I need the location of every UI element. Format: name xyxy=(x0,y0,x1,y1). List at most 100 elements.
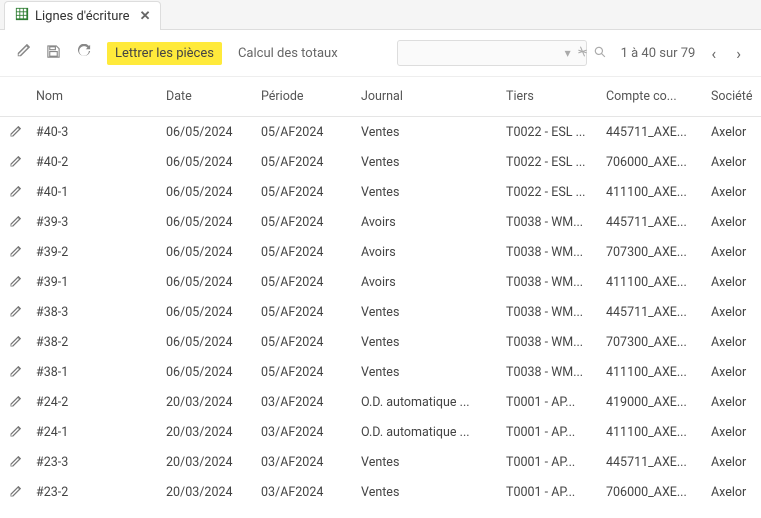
cell-societe: Axelor xyxy=(705,363,760,382)
table-row[interactable]: #39-206/05/202405/AF2024AvoirsT0038 - WM… xyxy=(0,237,761,267)
grid-icon xyxy=(15,7,29,25)
row-edit-icon[interactable] xyxy=(0,184,30,200)
cell-societe: Axelor xyxy=(705,153,760,172)
table-row[interactable]: #38-206/05/202405/AF2024VentesT0038 - WM… xyxy=(0,327,761,357)
cell-compte: 445711_AXE... xyxy=(600,453,705,472)
row-edit-icon[interactable] xyxy=(0,214,30,230)
refresh-button[interactable] xyxy=(77,44,91,62)
col-nom[interactable]: Nom xyxy=(30,85,160,108)
col-societe[interactable]: Société xyxy=(705,85,760,108)
cell-periode: 05/AF2024 xyxy=(255,213,355,232)
cell-compte: 445711_AXE... xyxy=(600,123,705,142)
row-edit-icon[interactable] xyxy=(0,154,30,170)
calcul-totaux-button[interactable]: Calcul des totaux xyxy=(238,46,338,61)
cell-compte: 419000_AXE... xyxy=(600,393,705,412)
cell-date: 06/05/2024 xyxy=(160,153,255,172)
cell-date: 06/05/2024 xyxy=(160,273,255,292)
cell-tiers: T0038 - WM... xyxy=(500,273,600,292)
row-edit-icon[interactable] xyxy=(0,304,30,320)
cell-periode: 05/AF2024 xyxy=(255,153,355,172)
cell-compte: 445711_AXE... xyxy=(600,303,705,322)
row-edit-icon[interactable] xyxy=(0,364,30,380)
cell-societe: Axelor xyxy=(705,423,760,442)
cell-tiers: T0022 - ESL ... xyxy=(500,153,600,172)
pager-prev[interactable]: ‹ xyxy=(707,44,720,63)
table-row[interactable]: #23-220/03/202403/AF2024VentesT0001 - AP… xyxy=(0,477,761,507)
dropdown-icon[interactable]: ▾ xyxy=(565,46,571,60)
cell-periode: 03/AF2024 xyxy=(255,483,355,502)
cell-nom: #23-3 xyxy=(30,453,160,472)
search-input[interactable] xyxy=(404,46,559,60)
cell-date: 20/03/2024 xyxy=(160,423,255,442)
col-periode[interactable]: Période xyxy=(255,85,355,108)
edit-button[interactable] xyxy=(16,44,30,62)
cell-periode: 05/AF2024 xyxy=(255,123,355,142)
cell-journal: Ventes xyxy=(355,333,500,352)
cell-date: 20/03/2024 xyxy=(160,393,255,412)
cell-nom: #40-2 xyxy=(30,153,160,172)
cell-periode: 05/AF2024 xyxy=(255,333,355,352)
cell-tiers: T0038 - WM... xyxy=(500,243,600,262)
cell-societe: Axelor xyxy=(705,303,760,322)
cell-journal: Ventes xyxy=(355,483,500,502)
search-icon[interactable] xyxy=(594,46,606,61)
table-row[interactable]: #40-106/05/202405/AF2024VentesT0022 - ES… xyxy=(0,177,761,207)
lettrer-pieces-button[interactable]: Lettrer les pièces xyxy=(107,42,222,65)
cell-journal: Ventes xyxy=(355,303,500,322)
cell-periode: 05/AF2024 xyxy=(255,183,355,202)
cell-compte: 707300_AXE... xyxy=(600,333,705,352)
cell-tiers: T0038 - WM... xyxy=(500,303,600,322)
cell-societe: Axelor xyxy=(705,243,760,262)
table-row[interactable]: #24-220/03/202403/AF2024O.D. automatique… xyxy=(0,387,761,417)
save-button[interactable] xyxy=(46,44,61,63)
cell-societe: Axelor xyxy=(705,123,760,142)
search-box[interactable]: ▾ xyxy=(397,40,587,66)
cell-journal: O.D. automatique ... xyxy=(355,423,500,442)
row-edit-icon[interactable] xyxy=(0,334,30,350)
cell-tiers: T0022 - ESL ... xyxy=(500,183,600,202)
row-edit-icon[interactable] xyxy=(0,244,30,260)
cell-societe: Axelor xyxy=(705,183,760,202)
cell-compte: 707300_AXE... xyxy=(600,243,705,262)
col-compte[interactable]: Compte co... xyxy=(600,85,705,108)
cell-tiers: T0001 - AP... xyxy=(500,483,600,502)
cell-journal: Avoirs xyxy=(355,273,500,292)
table-row[interactable]: #24-120/03/202403/AF2024O.D. automatique… xyxy=(0,417,761,447)
row-edit-icon[interactable] xyxy=(0,274,30,290)
cell-compte: 411100_AXE... xyxy=(600,183,705,202)
close-icon[interactable]: ✕ xyxy=(140,9,151,24)
clear-icon[interactable] xyxy=(577,46,588,60)
row-edit-icon[interactable] xyxy=(0,484,30,500)
col-date[interactable]: Date xyxy=(160,85,255,108)
table-row[interactable]: #23-320/03/202403/AF2024VentesT0001 - AP… xyxy=(0,447,761,477)
cell-date: 06/05/2024 xyxy=(160,213,255,232)
cell-nom: #40-3 xyxy=(30,123,160,142)
row-edit-icon[interactable] xyxy=(0,124,30,140)
table-row[interactable]: #40-306/05/202405/AF2024VentesT0022 - ES… xyxy=(0,117,761,147)
cell-nom: #39-2 xyxy=(30,243,160,262)
row-edit-icon[interactable] xyxy=(0,424,30,440)
cell-journal: O.D. automatique ... xyxy=(355,393,500,412)
cell-tiers: T0001 - AP... xyxy=(500,423,600,442)
cell-journal: Ventes xyxy=(355,453,500,472)
col-journal[interactable]: Journal xyxy=(355,85,500,108)
table-row[interactable]: #39-306/05/202405/AF2024AvoirsT0038 - WM… xyxy=(0,207,761,237)
cell-compte: 411100_AXE... xyxy=(600,423,705,442)
cell-date: 06/05/2024 xyxy=(160,303,255,322)
grid-header: Nom Date Période Journal Tiers Compte co… xyxy=(0,77,761,117)
row-edit-icon[interactable] xyxy=(0,394,30,410)
table-row[interactable]: #40-206/05/202405/AF2024VentesT0022 - ES… xyxy=(0,147,761,177)
tab-title: Lignes d'écriture xyxy=(35,9,130,24)
row-edit-icon[interactable] xyxy=(0,454,30,470)
cell-periode: 05/AF2024 xyxy=(255,363,355,382)
pager-next[interactable]: › xyxy=(732,44,745,63)
cell-compte: 411100_AXE... xyxy=(600,363,705,382)
col-tiers[interactable]: Tiers xyxy=(500,85,600,108)
table-row[interactable]: #38-106/05/202405/AF2024VentesT0038 - WM… xyxy=(0,357,761,387)
table-row[interactable]: #38-306/05/202405/AF2024VentesT0038 - WM… xyxy=(0,297,761,327)
table-row[interactable]: #39-106/05/202405/AF2024AvoirsT0038 - WM… xyxy=(0,267,761,297)
cell-periode: 03/AF2024 xyxy=(255,393,355,412)
cell-nom: #38-2 xyxy=(30,333,160,352)
cell-tiers: T0038 - WM... xyxy=(500,213,600,232)
tab-lignes-ecriture[interactable]: Lignes d'écriture ✕ xyxy=(4,1,161,30)
